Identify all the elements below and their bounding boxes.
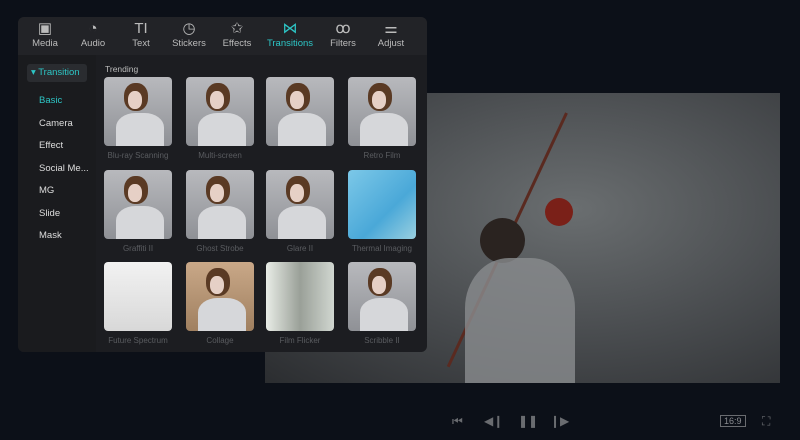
transition-label: Future Spectrum [108, 336, 168, 345]
category-transition[interactable]: ▾ Transition [27, 64, 87, 82]
thumb-face [290, 91, 304, 109]
thumb-face [128, 91, 142, 109]
thumb-torso [116, 206, 164, 239]
section-title: Trending [105, 64, 139, 74]
transition-thumb[interactable] [348, 77, 416, 146]
tab-effects[interactable]: ✩ Effects [214, 17, 260, 55]
transition-thumb[interactable] [348, 170, 416, 239]
thumb-face [210, 276, 224, 294]
fullscreen-icon[interactable]: ⛶ [762, 414, 770, 429]
adjust-icon: ⚌ [384, 20, 398, 37]
tab-text[interactable]: TI Text [118, 17, 164, 55]
pause-icon[interactable]: ❚❚ [518, 414, 538, 428]
tab-label: Transitions [266, 38, 314, 49]
transition-label: Retro Film [363, 151, 401, 160]
sidebar-item[interactable]: MG [39, 185, 54, 196]
thumb-face [210, 91, 224, 109]
transition-label: Ghost Strobe [196, 244, 244, 253]
tab-label: Stickers [172, 38, 206, 49]
transition-label: Blu-ray Scanning [107, 151, 169, 160]
stickers-icon: ◷ [182, 20, 196, 37]
sidebar-item[interactable]: Mask [39, 230, 62, 241]
tab-filters[interactable]: ꝏ Filters [320, 17, 366, 55]
thumb-torso [198, 298, 246, 331]
sidebar-item[interactable]: Social Me... [39, 163, 89, 174]
transition-label: Graffiti II [122, 244, 154, 253]
thumb-torso [360, 113, 408, 146]
transition-thumb[interactable] [104, 262, 172, 331]
prev-frame-icon[interactable]: ◀❙ [484, 414, 503, 428]
audio-icon: ◔ [88, 20, 98, 37]
transition-thumb[interactable] [104, 170, 172, 239]
preview-figure-body [465, 258, 575, 383]
transitions-icon: ⋈ [282, 20, 298, 37]
transitions-panel: ▣ Media ◔ Audio TI Text ◷ Stickers ✩ Effects ⋈ Tran… [18, 17, 427, 352]
skip-start-icon[interactable]: ⏮ [452, 414, 463, 429]
thumb-torso [360, 298, 408, 331]
preview-figure-head [480, 218, 525, 263]
toolbar: ▣ Media ◔ Audio TI Text ◷ Stickers ✩ Effects ⋈ Tran… [18, 17, 427, 55]
transition-thumb[interactable] [266, 262, 334, 331]
transition-label: Collage [206, 336, 234, 345]
transition-thumb[interactable] [186, 170, 254, 239]
tab-label: Media [32, 38, 58, 49]
tab-adjust[interactable]: ⚌ Adjust [368, 17, 414, 55]
tab-label: Adjust [377, 38, 405, 49]
thumb-face [210, 184, 224, 202]
transition-thumb[interactable] [266, 170, 334, 239]
tab-audio[interactable]: ◔ Audio [70, 17, 116, 55]
transition-label: Multi-screen [198, 151, 242, 160]
transition-thumb[interactable] [104, 77, 172, 146]
filters-icon: ꝏ [335, 20, 351, 37]
tab-label: Audio [80, 38, 106, 49]
sidebar-item[interactable]: Camera [39, 118, 73, 129]
tab-label: Filters [330, 38, 356, 49]
tab-label: Text [132, 38, 150, 49]
transition-label: Film Flicker [279, 336, 321, 345]
sidebar-item[interactable]: Effect [39, 140, 63, 151]
tab-stickers[interactable]: ◷ Stickers [166, 17, 212, 55]
thumb-face [372, 91, 386, 109]
thumb-torso [278, 113, 326, 146]
thumb-torso [116, 113, 164, 146]
transition-label: Scribble II [364, 336, 400, 345]
sidebar-item[interactable]: Slide [39, 208, 60, 219]
media-icon: ▣ [37, 20, 53, 37]
transition-thumb[interactable] [266, 77, 334, 146]
aspect-ratio-button[interactable]: 16:9 [720, 415, 746, 427]
thumb-face [290, 184, 304, 202]
effects-icon: ✩ [230, 20, 244, 37]
sidebar: ▾ Transition Basic Camera Effect Social Me.… [18, 55, 96, 352]
transition-thumb[interactable] [186, 262, 254, 331]
thumb-torso [278, 206, 326, 239]
thumb-torso [198, 113, 246, 146]
transition-label: Thermal Imaging [351, 244, 413, 253]
thumb-face [128, 184, 142, 202]
preview-flower [545, 198, 573, 226]
tab-media[interactable]: ▣ Media [22, 17, 68, 55]
transition-thumb[interactable] [348, 262, 416, 331]
thumb-face [372, 276, 386, 294]
sidebar-item[interactable]: Basic [39, 95, 62, 106]
thumb-torso [198, 206, 246, 239]
tab-transitions[interactable]: ⋈ Transitions [262, 17, 318, 55]
tab-label: Effects [222, 38, 252, 49]
text-icon: TI [134, 20, 148, 37]
transition-thumb[interactable] [186, 77, 254, 146]
next-frame-icon[interactable]: ❙▶ [550, 414, 569, 428]
transition-label: Glare II [286, 244, 314, 253]
